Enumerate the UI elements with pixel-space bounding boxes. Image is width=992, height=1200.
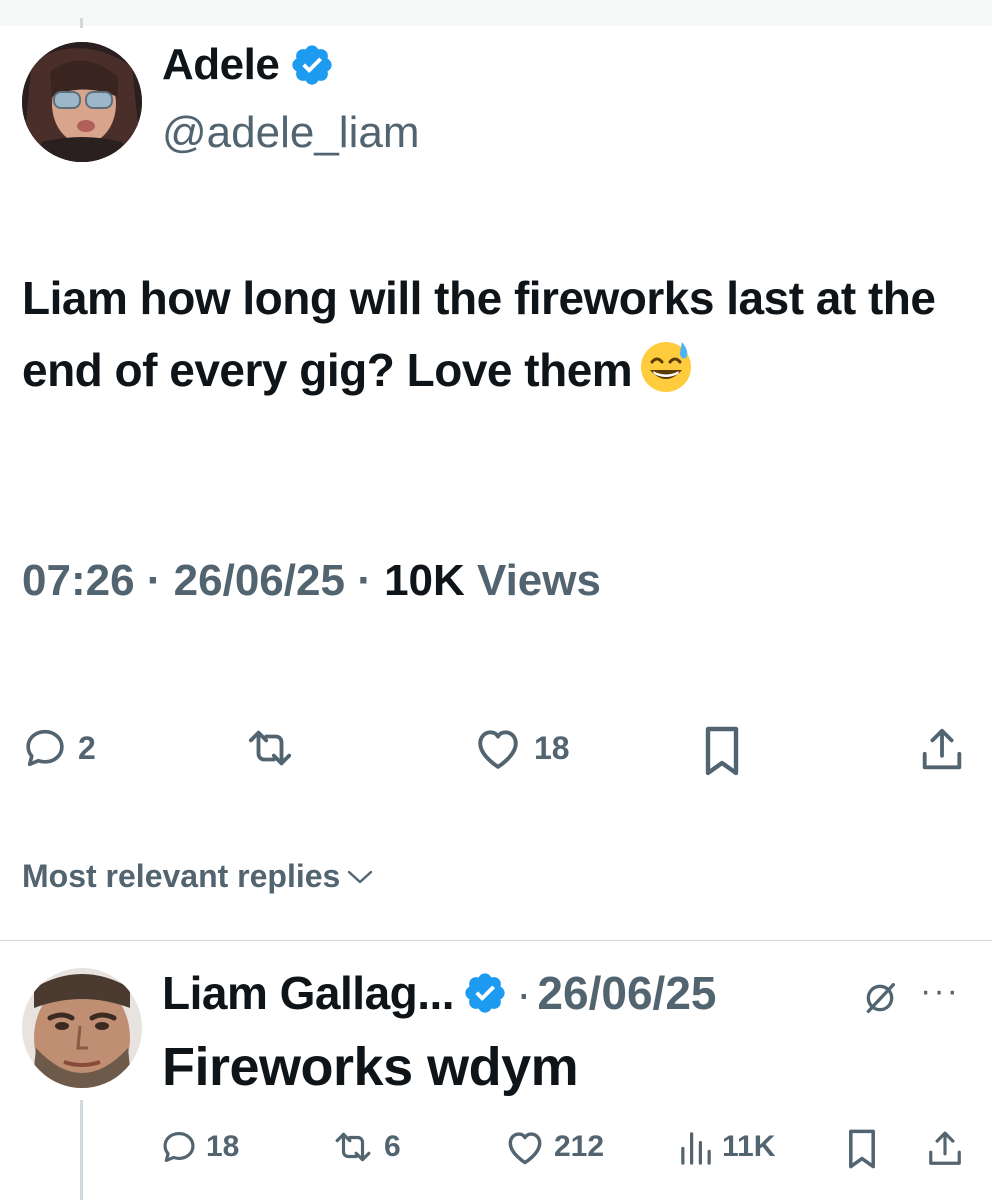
author-name[interactable]: Adele (162, 40, 280, 90)
meta-separator-2: · (357, 556, 372, 605)
reply-reply-count: 18 (206, 1130, 240, 1163)
reply-text: Fireworks wdym (162, 1037, 579, 1097)
bookmark-button[interactable] (702, 725, 742, 777)
reply-bookmark-button[interactable] (846, 1128, 878, 1170)
retweet-icon (335, 1132, 371, 1162)
reply-header: Liam Gallag... · 26/06/25 (162, 966, 716, 1020)
grok-icon[interactable] (860, 978, 900, 1018)
share-icon (929, 1131, 961, 1165)
bookmark-icon (849, 1129, 875, 1169)
reply-icon (26, 729, 64, 767)
divider (0, 940, 992, 941)
heart-icon (508, 1132, 542, 1165)
reply-retweet-button[interactable]: 6 (330, 1128, 401, 1166)
share-button[interactable] (918, 725, 966, 775)
reply-button[interactable]: 2 (22, 725, 96, 771)
tweet-meta: 07:26 · 26/06/25 · 10K Views (22, 556, 601, 606)
like-count: 18 (534, 729, 570, 766)
reply-retweet-count: 6 (384, 1130, 401, 1163)
reply-icon (163, 1131, 195, 1163)
author-name-row: Adele (162, 40, 335, 90)
reply-like-count: 212 (554, 1130, 605, 1163)
chevron-down-icon (348, 870, 373, 883)
verified-badge-icon (465, 973, 505, 1013)
reply-separator: · (516, 967, 532, 1019)
top-strip (0, 0, 992, 28)
thread-line (80, 1100, 83, 1200)
reply-count: 2 (78, 729, 96, 766)
replies-sort-label: Most relevant replies (22, 858, 341, 894)
meta-separator: · (146, 556, 162, 605)
replies-sort-dropdown[interactable]: Most relevant replies (22, 858, 374, 895)
author-handle[interactable]: @adele_liam (162, 108, 419, 158)
thread-line-top (80, 18, 83, 28)
reply-views-button[interactable]: 11K (678, 1128, 775, 1166)
reply-actions: 18 6 212 11K (160, 1128, 970, 1172)
reply-author-avatar[interactable] (22, 968, 142, 1088)
tweet-date[interactable]: 26/06/25 (174, 556, 345, 605)
views-label: Views (477, 556, 601, 605)
tweet-text: Liam how long will the fireworks last at… (22, 262, 962, 406)
grinning-sweat-emoji-icon (641, 342, 692, 392)
bookmark-icon (705, 726, 739, 776)
heart-icon (478, 730, 518, 769)
author-avatar[interactable] (22, 42, 142, 162)
retweet-button[interactable] (242, 725, 308, 771)
reply-share-button[interactable] (926, 1128, 964, 1170)
retweet-icon (248, 730, 292, 766)
tweet-body: Liam how long will the fireworks last at… (22, 272, 936, 396)
verified-badge-icon (292, 45, 332, 85)
reply-reply-button[interactable]: 18 (160, 1128, 239, 1166)
more-options-button[interactable]: ··· (920, 972, 960, 1011)
tweet-time[interactable]: 07:26 (22, 556, 135, 605)
tweet-actions: 2 18 (22, 725, 972, 785)
reply-author-name[interactable]: Liam Gallag... (162, 966, 455, 1020)
like-button[interactable]: 18 (472, 725, 570, 771)
share-icon (922, 728, 962, 770)
views-chart-icon (681, 1132, 711, 1165)
reply-date[interactable]: 26/06/25 (537, 966, 716, 1020)
views-count: 10K (384, 556, 465, 605)
reply-views-count: 11K (722, 1130, 776, 1163)
reply-like-button[interactable]: 212 (504, 1128, 604, 1166)
